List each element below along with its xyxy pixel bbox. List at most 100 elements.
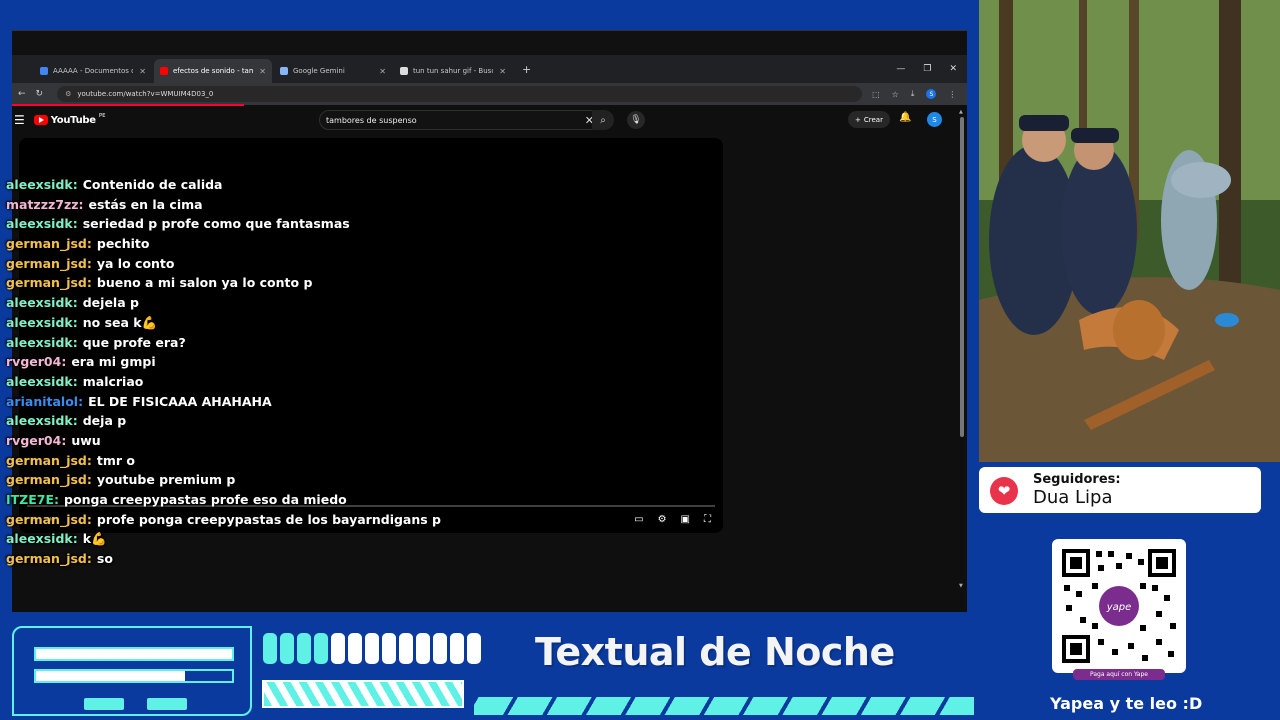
browser-tab[interactable]: AAAAA - Documentos de Google ✕	[34, 59, 152, 83]
chat-text: malcriao	[82, 373, 144, 389]
chat-message: german_jsd bueno a mi salon ya lo conto p	[6, 273, 726, 293]
notifications-bell-icon[interactable]: 🔔	[899, 112, 911, 123]
menu-kebab-icon[interactable]: ⋮	[948, 90, 956, 99]
back-icon[interactable]: ←	[18, 89, 26, 99]
deco-segment	[280, 633, 294, 664]
browser-tab[interactable]: tun tun sahur gif - Buscar con Google ✕	[394, 59, 512, 83]
tab-title: Google Gemini	[293, 67, 345, 75]
tab-close-icon[interactable]: ✕	[379, 67, 386, 76]
deco-pill	[147, 698, 187, 710]
browser-tab[interactable]: Google Gemini ✕	[274, 59, 392, 83]
reload-icon[interactable]: ↻	[36, 89, 44, 99]
chat-message: aleexsidk k💪	[6, 529, 726, 549]
chat-username: aleexsidk	[6, 315, 78, 330]
tab-favicon-icon	[160, 67, 168, 75]
chat-message: ITZE7E ponga creepypastas profe eso da mi…	[6, 490, 726, 510]
profile-icon[interactable]: S	[926, 89, 937, 99]
youtube-logo[interactable]: YouTube PE	[33, 113, 106, 126]
qr-caption: Paga aquí con Yape	[1073, 669, 1165, 680]
create-button[interactable]: + Crear	[848, 111, 890, 128]
plus-icon: +	[855, 115, 861, 124]
forest-police-shark-image	[979, 0, 1280, 462]
deco-bar-fill	[36, 671, 185, 681]
chat-username: german_jsd	[6, 512, 92, 527]
chat-message: german_jsd tmr o	[6, 451, 726, 471]
download-icon[interactable]: ⤓	[911, 89, 915, 99]
deco-segment	[348, 633, 362, 664]
chat-message: aleexsidk Contenido de calida	[6, 175, 726, 195]
chat-text: no sea k💪	[82, 314, 158, 330]
chat-text: profe ponga creepypastas de los bayarndi…	[96, 511, 442, 527]
deco-segment	[314, 633, 328, 664]
chat-username: german_jsd	[6, 256, 92, 271]
tab-favicon-icon	[280, 67, 288, 75]
chat-username: aleexsidk	[6, 295, 78, 310]
page-load-bar	[12, 104, 244, 106]
chat-text: k💪	[82, 531, 107, 547]
chat-username: ITZE7E	[6, 492, 59, 507]
tab-favicon-icon	[400, 67, 408, 75]
chat-username: aleexsidk	[6, 335, 78, 350]
tab-close-icon[interactable]: ✕	[499, 67, 506, 76]
minimize-icon[interactable]: —	[896, 64, 905, 74]
chat-text: tmr o	[96, 452, 135, 468]
deco-segment	[365, 633, 379, 664]
deco-segment	[450, 633, 464, 664]
browser-tab[interactable]: efectos de sonido - tambores ✕	[154, 59, 272, 83]
deco-segment	[297, 633, 311, 664]
search-query-text: tambores de suspenso	[326, 115, 417, 125]
chat-text: pechito	[96, 236, 150, 252]
close-window-icon[interactable]: ✕	[949, 64, 957, 74]
chat-text: uwu	[71, 432, 101, 448]
followers-label: Seguidores:	[1033, 472, 1121, 487]
tab-close-icon[interactable]: ✕	[259, 67, 266, 76]
chat-message: arianitalol EL DE FISICAAA AHAHAHA	[6, 392, 726, 412]
scroll-down-icon[interactable]: ▼	[959, 583, 963, 589]
chat-message: aleexsidk que profe era?	[6, 333, 726, 353]
new-tab-button[interactable]: +	[522, 63, 531, 76]
url-field[interactable]: ⚙ youtube.com/watch?v=WMUIM4D03_0	[57, 86, 863, 102]
chat-text: EL DE FISICAAA AHAHAHA	[88, 393, 272, 409]
search-icon: ⌕	[600, 114, 606, 126]
browser-top-strip	[12, 31, 967, 57]
scene-image	[979, 0, 1280, 462]
youtube-header: ☰ YouTube PE tambores de suspenso ✕ ⌕ 🎙 …	[12, 107, 957, 133]
chat-text: Contenido de calida	[82, 177, 223, 192]
chat-message: german_jsd profe ponga creepypastas de lo…	[6, 510, 726, 530]
scroll-up-icon[interactable]: ▲	[959, 109, 963, 115]
chat-overlay: aleexsidk Contenido de calida matzzz7zz est…	[6, 175, 726, 569]
page-scrollbar[interactable]: ▲ ▼	[959, 109, 965, 589]
site-info-icon[interactable]: ⚙	[65, 90, 71, 98]
qr-code-icon: yape	[1062, 549, 1176, 663]
install-icon[interactable]: ⬚	[872, 90, 880, 99]
deco-segment	[399, 633, 413, 664]
tab-close-icon[interactable]: ✕	[139, 67, 146, 76]
tab-favicon-icon	[40, 67, 48, 75]
voice-search-icon[interactable]: 🎙	[627, 111, 645, 129]
deco-pill	[84, 698, 124, 710]
chat-username: german_jsd	[6, 472, 92, 487]
chat-message: aleexsidk dejela p	[6, 293, 726, 313]
chat-text: que profe era?	[82, 334, 186, 350]
chat-message: matzzz7zz estás en la cima	[6, 195, 726, 215]
yape-logo-text: yape	[1106, 602, 1132, 613]
chat-text: seriedad p profe como que fantasmas	[82, 216, 350, 232]
deco-bar-full	[34, 647, 234, 661]
chat-text: dejela p	[82, 295, 139, 311]
restore-icon[interactable]: ❐	[923, 64, 931, 74]
deco-segment-meter	[263, 633, 481, 664]
search-button[interactable]: ⌕	[592, 110, 614, 130]
hamburger-menu-icon[interactable]: ☰	[14, 113, 25, 127]
deco-segment	[382, 633, 396, 664]
search-input[interactable]: tambores de suspenso ✕	[319, 110, 601, 130]
scroll-thumb[interactable]	[960, 117, 964, 437]
bookmark-star-icon[interactable]: ☆	[892, 90, 899, 99]
avatar[interactable]: S	[927, 112, 942, 127]
deco-segment	[263, 633, 277, 664]
chat-username: rvger04	[6, 354, 66, 369]
chat-message: aleexsidk no sea k💪	[6, 313, 726, 333]
chat-username: german_jsd	[6, 236, 92, 251]
chat-text: deja p	[82, 413, 127, 429]
deco-segment	[467, 633, 481, 664]
chat-text: so	[96, 551, 113, 567]
